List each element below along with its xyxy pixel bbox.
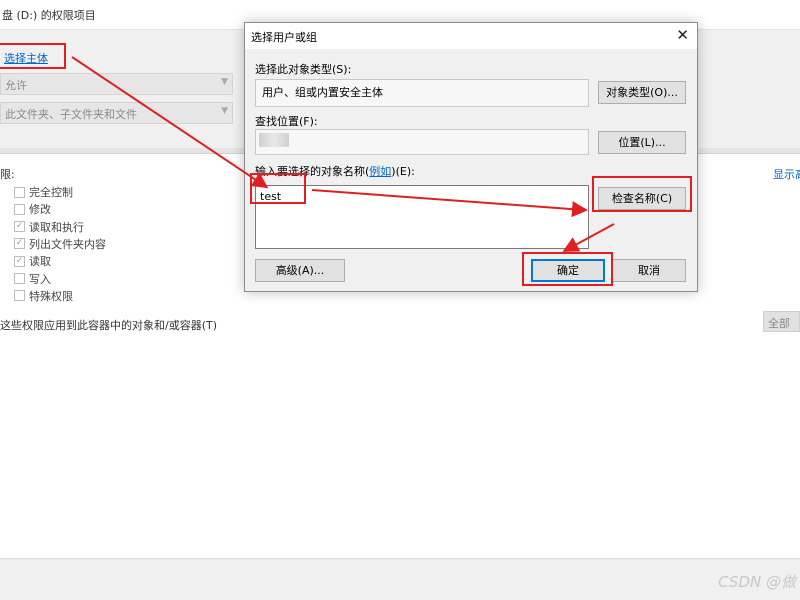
type-select[interactable]: 允许 ▼ <box>0 73 233 95</box>
close-icon[interactable]: ✕ <box>676 26 689 44</box>
location-value-blurred <box>259 133 289 147</box>
window-footer <box>0 558 800 600</box>
permissions-label: 限: <box>0 168 15 181</box>
cancel-button[interactable]: 取消 <box>612 259 686 282</box>
type-select-value: 允许 <box>5 79 27 92</box>
permission-label: 修改 <box>29 203 51 217</box>
chevron-down-icon: ▼ <box>221 77 228 87</box>
permission-item[interactable]: ✓ 列出文件夹内容 <box>14 236 106 252</box>
permission-label: 读取和执行 <box>29 220 84 234</box>
permission-item[interactable]: 特殊权限 <box>14 288 73 304</box>
checkbox-checked-icon[interactable]: ✓ <box>14 238 25 250</box>
checkbox-icon[interactable] <box>14 203 25 215</box>
permission-item[interactable]: 写入 <box>14 271 51 287</box>
ok-button[interactable]: 确定 <box>531 259 605 282</box>
permission-item[interactable]: 完全控制 <box>14 184 73 200</box>
select-principal-link[interactable]: 选择主体 <box>4 50 48 66</box>
apply-to-container-option[interactable]: 这些权限应用到此容器中的对象和/或容器(T) <box>0 317 217 333</box>
show-advanced-link[interactable]: 显示高 <box>773 166 800 182</box>
window-title: 盘 (D:) 的权限项目 <box>2 9 96 22</box>
dialog-titlebar: 选择用户或组 ✕ <box>245 23 697 49</box>
permission-label: 完全控制 <box>29 186 73 199</box>
object-names-input[interactable]: test <box>255 185 589 249</box>
permission-label: 读取 <box>29 255 51 269</box>
chevron-down-icon: ▼ <box>221 106 228 116</box>
object-type-field: 用户、组或内置安全主体 <box>255 79 589 107</box>
permission-item[interactable]: 修改 <box>14 201 51 217</box>
permission-label: 特殊权限 <box>29 289 73 303</box>
checkbox-icon[interactable] <box>14 273 25 284</box>
checkbox-checked-icon[interactable]: ✓ <box>14 255 25 267</box>
locations-button[interactable]: 位置(L)... <box>598 131 686 154</box>
permission-item[interactable]: ✓ 读取 <box>14 253 51 269</box>
clear-all-button[interactable]: 全部 <box>763 311 800 332</box>
check-names-button[interactable]: 检查名称(C) <box>598 187 686 210</box>
checkbox-icon[interactable] <box>14 290 25 302</box>
dialog-title: 选择用户或组 <box>251 31 317 44</box>
object-types-button[interactable]: 对象类型(O)... <box>598 81 686 104</box>
object-type-label: 选择此对象类型(S): <box>255 63 352 76</box>
watermark: CSDN @做 <box>718 573 796 591</box>
permission-label: 写入 <box>29 272 51 286</box>
checkbox-icon[interactable] <box>14 186 25 198</box>
object-type-value: 用户、组或内置安全主体 <box>262 86 383 99</box>
object-names-value: test <box>260 190 282 203</box>
applies-to-select[interactable]: 此文件夹、子文件夹和文件 ▼ <box>0 102 233 124</box>
select-users-dialog: 选择用户或组 ✕ 选择此对象类型(S): 用户、组或内置安全主体 对象类型(O)… <box>244 22 698 292</box>
advanced-button[interactable]: 高级(A)... <box>255 259 345 282</box>
checkbox-checked-icon[interactable]: ✓ <box>14 221 25 233</box>
enter-names-label: 输入要选择的对象名称(例如)(E): <box>255 165 415 178</box>
applies-to-value: 此文件夹、子文件夹和文件 <box>5 108 137 121</box>
location-label: 查找位置(F): <box>255 115 318 128</box>
location-field <box>255 129 589 155</box>
permission-item[interactable]: ✓ 读取和执行 <box>14 219 84 235</box>
examples-link[interactable]: 例如 <box>369 165 391 178</box>
permission-label: 列出文件夹内容 <box>29 237 106 251</box>
